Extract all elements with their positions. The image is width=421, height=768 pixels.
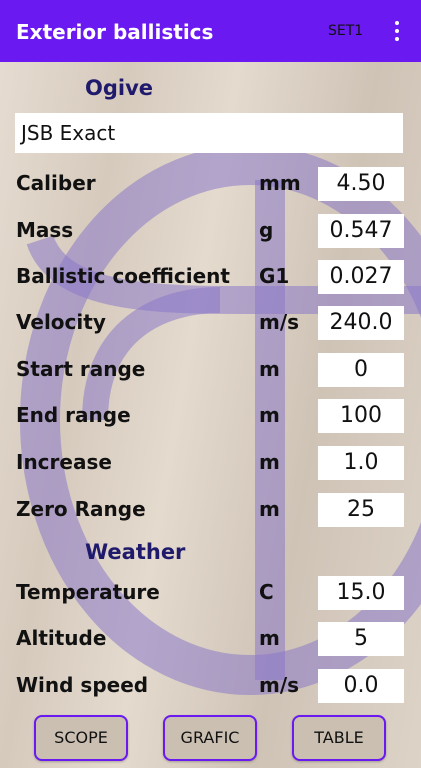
velocity-input[interactable]: 240.0 xyxy=(318,306,404,340)
mass-label: Mass xyxy=(16,218,74,242)
increase-row: Increase m 1.0 xyxy=(0,446,421,480)
increase-unit: m xyxy=(259,450,280,474)
ballistic-coefficient-label: Ballistic coefficient xyxy=(16,264,230,288)
velocity-unit: m/s xyxy=(259,310,300,334)
zero-range-label: Zero Range xyxy=(16,497,146,521)
more-vert-icon[interactable] xyxy=(388,18,406,44)
velocity-label: Velocity xyxy=(16,310,106,334)
caliber-input[interactable]: 4.50 xyxy=(318,167,404,201)
altitude-label: Altitude xyxy=(16,626,107,650)
scope-button[interactable]: SCOPE xyxy=(34,715,128,761)
altitude-input[interactable]: 5 xyxy=(318,622,404,656)
start-range-label: Start range xyxy=(16,357,146,381)
increase-label: Increase xyxy=(16,450,112,474)
start-range-unit: m xyxy=(259,357,280,381)
temperature-row: Temperature C 15.0 xyxy=(0,576,421,610)
grafic-button[interactable]: GRAFIC xyxy=(163,715,257,761)
increase-input[interactable]: 1.0 xyxy=(318,446,404,480)
app-title: Exterior ballistics xyxy=(16,20,214,44)
table-button[interactable]: TABLE xyxy=(292,715,386,761)
caliber-label: Caliber xyxy=(16,171,96,195)
end-range-label: End range xyxy=(16,403,131,427)
altitude-row: Altitude m 5 xyxy=(0,622,421,656)
weather-section-title: Weather xyxy=(85,540,186,564)
altitude-unit: m xyxy=(259,626,280,650)
mass-unit: g xyxy=(259,218,274,242)
start-range-input[interactable]: 0 xyxy=(318,353,404,387)
wind-speed-unit: m/s xyxy=(259,673,300,697)
caliber-unit: mm xyxy=(259,171,301,195)
mass-input[interactable]: 0.547 xyxy=(318,214,404,248)
start-range-row: Start range m 0 xyxy=(0,353,421,387)
temperature-input[interactable]: 15.0 xyxy=(318,576,404,610)
ballistic-coefficient-input[interactable]: 0.027 xyxy=(318,260,404,294)
wind-speed-input[interactable]: 0.0 xyxy=(318,669,404,703)
app-bar: Exterior ballistics SET1 xyxy=(0,0,421,62)
ballistic-coefficient-unit[interactable]: G1 xyxy=(259,264,289,288)
end-range-row: End range m 100 xyxy=(0,399,421,433)
set-selector[interactable]: SET1 xyxy=(328,23,363,39)
ogive-name-field[interactable]: JSB Exact xyxy=(15,113,403,153)
zero-range-input[interactable]: 25 xyxy=(318,493,404,527)
velocity-row: Velocity m/s 240.0 xyxy=(0,306,421,340)
end-range-unit: m xyxy=(259,403,280,427)
temperature-unit: C xyxy=(259,580,274,604)
temperature-label: Temperature xyxy=(16,580,160,604)
end-range-input[interactable]: 100 xyxy=(318,399,404,433)
zero-range-unit: m xyxy=(259,497,280,521)
wind-speed-label: Wind speed xyxy=(16,673,149,697)
ogive-section-title: Ogive xyxy=(85,76,154,100)
mass-row: Mass g 0.547 xyxy=(0,214,421,248)
caliber-row: Caliber mm 4.50 xyxy=(0,167,421,201)
wind-speed-row: Wind speed m/s 0.0 xyxy=(0,669,421,703)
zero-range-row: Zero Range m 25 xyxy=(0,493,421,527)
ballistic-coefficient-row: Ballistic coefficient G1 0.027 xyxy=(0,260,421,294)
